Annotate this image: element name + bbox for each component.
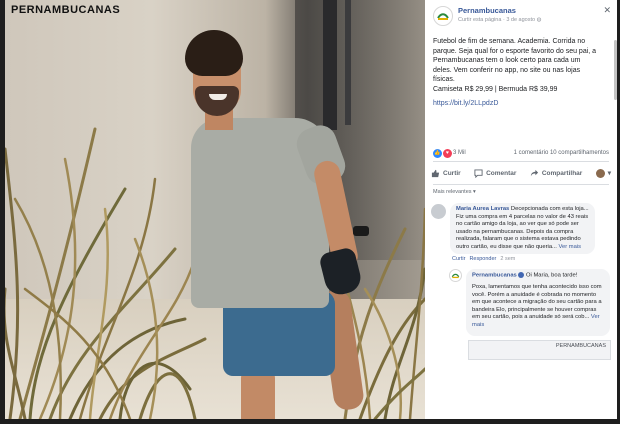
- page-reply-avatar[interactable]: [449, 269, 462, 282]
- like-button[interactable]: Curtir: [431, 169, 461, 178]
- share-as-selector[interactable]: ▾: [595, 168, 611, 178]
- post-text-line: físicas.: [433, 76, 455, 83]
- user-avatar: [595, 168, 605, 178]
- close-icon[interactable]: ✕: [603, 6, 611, 15]
- pernambucanas-logo-icon: [437, 13, 449, 20]
- post-meta: Curtir esta página · 3 de agosto ◍: [458, 17, 603, 23]
- chevron-down-icon: ▾: [607, 170, 611, 177]
- engagement-counts: 1 comentário 10 compartilhamentos: [514, 150, 609, 156]
- reply-body: Poxa, lamentamos que tenha acontecido is…: [472, 284, 604, 329]
- see-more-link[interactable]: Ver mais: [559, 244, 582, 250]
- reaction-icons[interactable]: 👍 ♥ 3 Mil: [433, 148, 466, 158]
- comment-count[interactable]: 1 comentário: [514, 150, 549, 156]
- comment-label: Comentar: [486, 169, 517, 177]
- pernambucanas-logo-icon: [451, 273, 460, 279]
- post-text-line: Futebol de fim de semana. Academia. Corr…: [433, 38, 586, 45]
- preview-brand: PERNAMBUCANAS: [555, 343, 606, 350]
- thumbs-up-icon: [431, 169, 440, 177]
- comment-like-link[interactable]: Curtir: [452, 256, 465, 265]
- verified-badge-icon: [518, 272, 525, 278]
- comment-sort-dropdown[interactable]: Mais relevantes ▾: [425, 187, 617, 201]
- brand-watermark: PERNAMBUCANAS: [11, 4, 121, 16]
- commenter-avatar[interactable]: [431, 204, 446, 219]
- scrollbar[interactable]: [614, 40, 617, 100]
- post-header-text: Pernambucanas Curtir esta página · 3 de …: [458, 6, 603, 23]
- comment-item: Maria Aurea Lavras Decepcionada com esta…: [425, 201, 617, 254]
- post-text-line: Pernambucanas tem o look certo para cada…: [433, 57, 581, 64]
- reply-bubble: Pernambucanas Oi Maria, boa tarde! Poxa,…: [466, 269, 610, 337]
- post-side-panel: Pernambucanas Curtir esta página · 3 de …: [425, 0, 617, 419]
- reply-header: Pernambucanas Oi Maria, boa tarde!: [472, 272, 604, 280]
- divider: [433, 161, 609, 162]
- like-reaction-icon: 👍: [433, 148, 442, 158]
- comment-time[interactable]: 2 sem: [500, 256, 515, 265]
- reply-author[interactable]: Pernambucanas: [472, 273, 517, 279]
- page-name-link[interactable]: Pernambucanas: [458, 6, 603, 15]
- post-photo[interactable]: PERNAMBUCANAS: [5, 0, 425, 419]
- post-date[interactable]: 3 de agosto: [506, 17, 535, 23]
- hair: [185, 30, 243, 76]
- screenshot-frame: PERNAMBUCANAS Pernambucanas Curtir esta …: [5, 0, 617, 419]
- reaction-count[interactable]: 3 Mil: [453, 150, 466, 156]
- page-avatar[interactable]: [433, 6, 453, 26]
- love-reaction-icon: ♥: [443, 148, 452, 158]
- post-header: Pernambucanas Curtir esta página · 3 de …: [425, 0, 617, 34]
- post-price-line: Camiseta R$ 29,99 | Bermuda R$ 39,99: [433, 85, 558, 93]
- link-preview-card[interactable]: PERNAMBUCANAS: [468, 340, 611, 361]
- like-label: Curtir: [443, 169, 461, 177]
- comment-bubble: Maria Aurea Lavras Decepcionada com esta…: [450, 203, 595, 254]
- like-page-link[interactable]: Curtir esta página: [458, 17, 501, 23]
- comment-actions: Curtir Responder 2 sem: [425, 254, 617, 265]
- reply-greeting: Oi Maria, boa tarde!: [526, 272, 578, 279]
- reply-text: Poxa, lamentamos que tenha acontecido is…: [472, 284, 602, 321]
- post-text-line: parque. Seja qual for o esporte favorito…: [433, 47, 597, 55]
- comment-icon: [474, 168, 483, 178]
- share-button[interactable]: Compartilhar: [530, 169, 582, 178]
- comment-button[interactable]: Comentar: [474, 168, 517, 178]
- share-label: Compartilhar: [541, 169, 583, 177]
- post-actions: Curtir Comentar Compartilhar ▾: [425, 164, 617, 182]
- reply-item: Pernambucanas Oi Maria, boa tarde! Poxa,…: [425, 265, 617, 337]
- post-text: Futebol de fim de semana. Academia. Corr…: [425, 34, 617, 94]
- comment-reply-link[interactable]: Responder: [469, 256, 496, 265]
- globe-icon: ◍: [536, 17, 542, 23]
- post-link[interactable]: https://bit.ly/2LLpdzD: [425, 94, 617, 107]
- reaction-summary: 👍 ♥ 3 Mil 1 comentário 10 compartilhamen…: [425, 147, 617, 159]
- share-arrow-icon: [530, 169, 538, 176]
- wristwatch: [353, 226, 369, 236]
- comment-author[interactable]: Maria Aurea Lavras: [456, 206, 509, 212]
- share-count[interactable]: 10 compartilhamentos: [550, 150, 609, 156]
- post-text-line: deles. Vem conferir no app, no site ou n…: [433, 66, 581, 74]
- divider: [433, 184, 609, 185]
